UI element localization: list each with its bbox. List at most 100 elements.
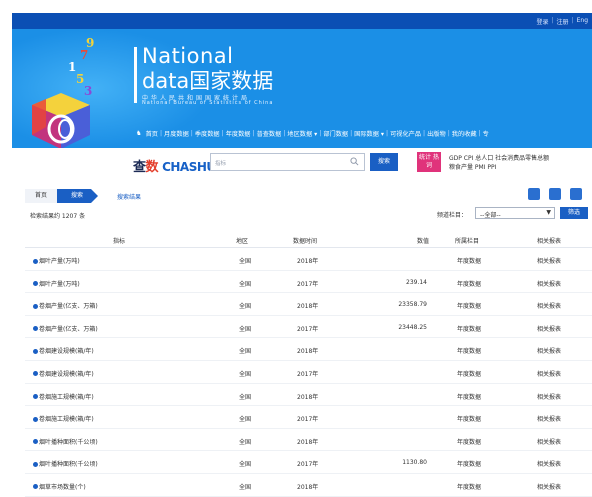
indicator-cell[interactable]: 卷烟产量(亿支、万箱)	[33, 324, 98, 333]
column-cell[interactable]: 年度数据	[457, 346, 481, 355]
nav-publications[interactable]: 出版物	[425, 129, 448, 138]
column-cell[interactable]: 年度数据	[457, 301, 481, 310]
column-cell[interactable]: 年度数据	[457, 256, 481, 265]
breadcrumb-home[interactable]: 首页	[25, 189, 58, 203]
indicator-name[interactable]: 卷烟产量(亿支、万箱)	[39, 326, 98, 333]
info-icon[interactable]	[33, 258, 38, 264]
indicator-name[interactable]: 卷烟施工规模(箱/年)	[39, 416, 94, 423]
share-icon[interactable]	[549, 188, 561, 200]
indicator-cell[interactable]: 烟草市场数量(个)	[33, 482, 86, 491]
nav-regional[interactable]: 地区数据 ▾	[285, 129, 319, 138]
value-cell: 1130.80	[402, 459, 427, 467]
filter-button[interactable]: 筛选	[560, 207, 588, 219]
nav-more[interactable]: 专	[481, 129, 491, 138]
time-cell: 2017年	[297, 325, 319, 333]
info-icon[interactable]	[33, 348, 38, 354]
nav-home[interactable]: 首页	[144, 129, 160, 138]
report-link[interactable]: 相关报表	[537, 324, 561, 333]
indicator-cell[interactable]: 卷烟施工规模(箱/年)	[33, 414, 94, 423]
report-link[interactable]: 相关报表	[537, 346, 561, 355]
time-cell: 2017年	[297, 461, 319, 469]
info-icon[interactable]	[33, 303, 38, 309]
indicator-name[interactable]: 卷烟建设规模(箱/年)	[39, 348, 94, 355]
logo-data-cn: data国家数据	[142, 69, 274, 93]
indicator-name[interactable]: 卷烟产量(亿支、万箱)	[39, 303, 98, 310]
table-row: 卷烟产量(亿支、万箱) 全国 2017年 23448.25 年度数据 相关报表	[25, 316, 592, 339]
indicator-name[interactable]: 烟叶产量(万吨)	[39, 258, 80, 265]
channel-select[interactable]: --全部-- ▼	[475, 207, 555, 219]
column-cell[interactable]: 年度数据	[457, 459, 481, 468]
hot-words-line[interactable]: 粮食产量 PMI PPI	[449, 163, 549, 172]
indicator-name[interactable]: 烟叶播种面积(千公顷)	[39, 439, 98, 446]
info-icon[interactable]	[33, 281, 38, 287]
info-icon[interactable]	[33, 394, 38, 400]
nav-favorites[interactable]: 我的收藏	[450, 129, 479, 138]
indicator-cell[interactable]: 烟叶产量(万吨)	[33, 256, 80, 265]
table-row: 卷烟建设规模(箱/年) 全国 2018年 年度数据 相关报表	[25, 338, 592, 361]
report-link[interactable]: 相关报表	[537, 414, 561, 423]
report-link[interactable]: 相关报表	[537, 301, 561, 310]
info-icon[interactable]	[33, 439, 38, 445]
print-icon[interactable]	[570, 188, 582, 200]
indicator-name[interactable]: 卷烟建设规模(箱/年)	[39, 371, 94, 378]
indicator-cell[interactable]: 卷烟建设规模(箱/年)	[33, 369, 94, 378]
region-cell: 全国	[239, 461, 252, 469]
indicator-cell[interactable]: 卷烟施工规模(箱/年)	[33, 392, 94, 401]
indicator-cell[interactable]: 卷烟建设规模(箱/年)	[33, 346, 94, 355]
column-cell[interactable]: 年度数据	[457, 482, 481, 491]
header-value: 数值	[417, 238, 430, 245]
column-cell[interactable]: 年度数据	[457, 392, 481, 401]
info-icon[interactable]	[33, 484, 38, 490]
nav-monthly[interactable]: 月度数据	[162, 129, 191, 138]
brand-en: CHASHU	[162, 160, 216, 174]
column-cell[interactable]: 年度数据	[457, 324, 481, 333]
nav-department[interactable]: 部门数据	[321, 129, 350, 138]
report-link[interactable]: 相关报表	[537, 279, 561, 288]
login-link[interactable]: 登录	[537, 17, 549, 26]
nav-annual[interactable]: 年度数据	[224, 129, 253, 138]
indicator-name[interactable]: 卷烟施工规模(箱/年)	[39, 394, 94, 401]
hot-words-badge: 统计 热词	[417, 152, 441, 172]
column-cell[interactable]: 年度数据	[457, 414, 481, 423]
info-icon[interactable]	[33, 371, 38, 377]
report-link[interactable]: 相关报表	[537, 369, 561, 378]
report-link[interactable]: 相关报表	[537, 459, 561, 468]
indicator-name[interactable]: 烟叶播种面积(千公顷)	[39, 461, 98, 468]
report-link[interactable]: 相关报表	[537, 482, 561, 491]
time-cell: 2018年	[297, 438, 319, 446]
nav-international[interactable]: 国际数据 ▾	[352, 129, 386, 138]
indicator-cell[interactable]: 烟叶播种面积(千公顷)	[33, 459, 98, 468]
search-input[interactable]: 指标	[210, 153, 365, 171]
column-cell[interactable]: 年度数据	[457, 437, 481, 446]
report-link[interactable]: 相关报表	[537, 437, 561, 446]
nav-quarterly[interactable]: 季度数据	[193, 129, 222, 138]
search-button[interactable]: 搜索	[370, 153, 398, 171]
search-icon[interactable]	[350, 157, 359, 166]
time-cell: 2018年	[297, 393, 319, 401]
home-icon[interactable]: ♞	[134, 130, 144, 137]
register-link[interactable]: 注册	[557, 17, 569, 26]
indicator-name[interactable]: 烟叶产量(万吨)	[39, 281, 80, 288]
report-link[interactable]: 相关报表	[537, 256, 561, 265]
indicator-cell[interactable]: 烟叶产量(万吨)	[33, 279, 80, 288]
filter-label: 频道栏目：	[437, 212, 468, 219]
column-cell[interactable]: 年度数据	[457, 369, 481, 378]
english-link[interactable]: Eng	[577, 17, 588, 26]
chart-icon[interactable]	[528, 188, 540, 200]
value-cell: 239.14	[406, 278, 427, 286]
info-icon[interactable]	[33, 326, 38, 332]
nav-census[interactable]: 普查数据	[255, 129, 284, 138]
brand-cha: 查	[133, 160, 146, 175]
info-icon[interactable]	[33, 461, 38, 467]
indicator-name[interactable]: 烟草市场数量(个)	[39, 484, 86, 491]
breadcrumb-results[interactable]: 搜索结果	[117, 192, 141, 201]
report-link[interactable]: 相关报表	[537, 392, 561, 401]
table-row: 烟草市场数量(个) 全国 2018年 年度数据 相关报表	[25, 474, 592, 497]
info-icon[interactable]	[33, 416, 38, 422]
region-cell: 全国	[239, 303, 252, 311]
indicator-cell[interactable]: 烟叶播种面积(千公顷)	[33, 437, 98, 446]
hot-words-line[interactable]: GDP CPI 总人口 社会消费品零售总额	[449, 154, 549, 163]
column-cell[interactable]: 年度数据	[457, 279, 481, 288]
indicator-cell[interactable]: 卷烟产量(亿支、万箱)	[33, 301, 98, 310]
nav-visualization[interactable]: 可视化产品	[388, 129, 423, 138]
